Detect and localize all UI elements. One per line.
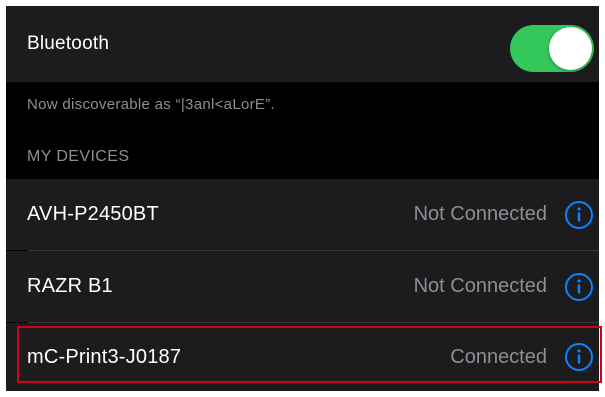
toggle-knob [549, 27, 592, 70]
bluetooth-settings-panel: Bluetooth Now discoverable as “|3anl<aLo… [6, 6, 599, 391]
info-icon[interactable] [564, 342, 594, 372]
device-name: AVH-P2450BT [27, 203, 159, 225]
discoverable-caption: Now discoverable as “|3anl<aLorE”. [27, 96, 275, 113]
device-row[interactable]: RAZR B1 Not Connected [6, 251, 599, 322]
device-row[interactable]: mC-Print3-J0187 Connected [6, 323, 599, 391]
device-row[interactable]: AVH-P2450BT Not Connected [6, 179, 599, 250]
device-status: Not Connected [413, 275, 547, 297]
bluetooth-toggle[interactable] [510, 25, 594, 72]
device-name: mC-Print3-J0187 [27, 345, 182, 368]
device-name: RAZR B1 [27, 275, 113, 297]
info-icon[interactable] [564, 200, 594, 230]
device-status: Connected [450, 345, 547, 368]
device-status: Not Connected [413, 203, 547, 225]
bluetooth-row: Bluetooth [6, 6, 599, 82]
bluetooth-label: Bluetooth [27, 33, 110, 54]
info-icon[interactable] [564, 272, 594, 302]
my-devices-header: MY DEVICES [27, 148, 130, 165]
